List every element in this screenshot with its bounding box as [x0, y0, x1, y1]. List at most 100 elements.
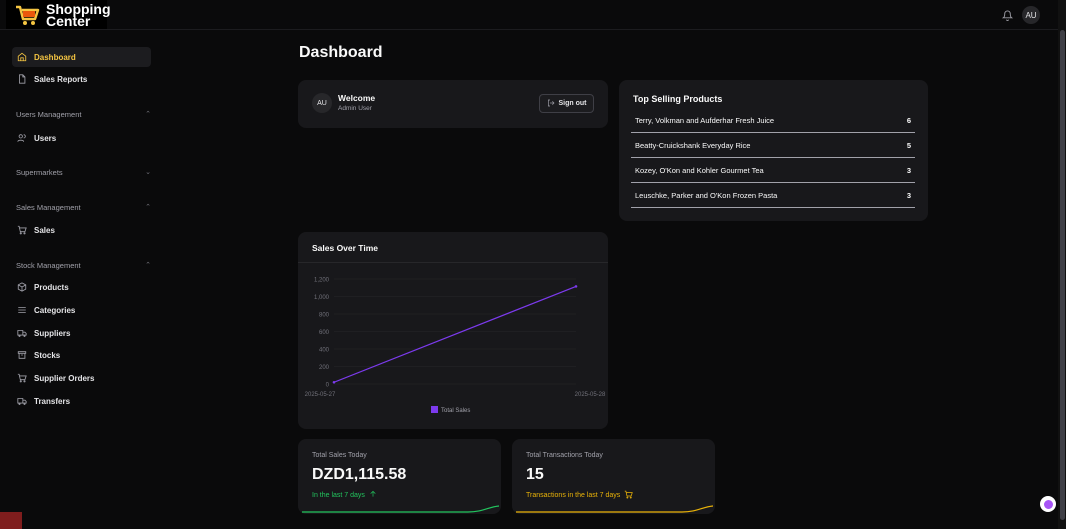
- stat-footnote-text: In the last 7 days: [312, 491, 365, 499]
- list-item: Beatty-Cruickshank Everyday Rice 5: [631, 134, 915, 158]
- total-sales-today-card: Total Sales Today DZD1,115.58 In the las…: [298, 439, 501, 514]
- group-label: Supermarkets: [16, 168, 63, 177]
- product-count: 6: [906, 116, 911, 125]
- list-icon: [16, 304, 28, 316]
- cart-icon: [16, 372, 28, 384]
- sign-out-button[interactable]: Sign out: [539, 94, 594, 113]
- file-icon: [16, 73, 28, 85]
- product-count: 3: [906, 191, 911, 200]
- group-sales-management[interactable]: Sales Management ⌃: [16, 203, 151, 212]
- sidebar-item-label: Dashboard: [34, 52, 76, 62]
- cart-icon: [624, 490, 634, 501]
- sidebar-item-categories[interactable]: Categories: [12, 300, 151, 320]
- y-tick-label: 1,200: [314, 278, 330, 284]
- sidebar-item-stocks[interactable]: Stocks: [12, 345, 151, 365]
- sidebar-item-label: Products: [34, 282, 69, 292]
- sidebar-item-label: Sales Reports: [34, 74, 88, 84]
- corner-indicator: [0, 512, 22, 529]
- archive-icon: [16, 349, 28, 361]
- cart-icon: [16, 224, 28, 236]
- total-transactions-today-card: Total Transactions Today 15 Transactions…: [512, 439, 715, 514]
- stat-footnote: In the last 7 days: [312, 490, 377, 500]
- user-avatar[interactable]: AU: [1022, 6, 1040, 24]
- sparkline: [516, 505, 714, 513]
- sidebar-item-suppliers[interactable]: Suppliers: [12, 323, 151, 343]
- sales-line-chart: 0 200 400 600 800 1,000 1,200 2025-05-27 2025-05…: [305, 278, 606, 415]
- product-name: Terry, Volkman and Aufderhar Fresh Juice: [635, 116, 775, 125]
- y-tick-label: 800: [319, 313, 330, 319]
- y-tick-label: 0: [326, 383, 330, 389]
- card-title: Sales Over Time: [312, 243, 378, 253]
- group-label: Users Management: [16, 110, 82, 119]
- card-title: Top Selling Products: [633, 94, 723, 104]
- stat-footnote: Transactions in the last 7 days: [526, 490, 634, 501]
- data-point: [574, 285, 578, 288]
- top-bar: Shopping Center AU: [0, 0, 1058, 30]
- product-count: 3: [906, 166, 911, 175]
- bell-icon[interactable]: [1000, 8, 1014, 22]
- product-name: Beatty-Cruickshank Everyday Rice: [635, 141, 751, 150]
- group-stock-management[interactable]: Stock Management ⌃: [16, 261, 151, 270]
- sidebar-item-label: Supplier Orders: [34, 373, 95, 383]
- sidebar-item-label: Transfers: [34, 396, 71, 406]
- chat-icon: [1043, 499, 1053, 509]
- sparkline: [302, 505, 500, 513]
- stat-value: DZD1,115.58: [312, 466, 407, 483]
- group-supermarkets[interactable]: Supermarkets ⌄: [16, 168, 151, 177]
- list-item: Terry, Volkman and Aufderhar Fresh Juice…: [631, 109, 915, 133]
- stat-label: Total Sales Today: [312, 452, 367, 459]
- app-logo[interactable]: Shopping Center: [6, 0, 111, 29]
- sidebar-item-users[interactable]: Users: [12, 128, 151, 148]
- list-item: Kozey, O'Kon and Kohler Gourmet Tea 3: [631, 159, 915, 183]
- sidebar-item-transfers[interactable]: Transfers: [12, 391, 151, 411]
- chevron-up-icon: ⌃: [145, 262, 151, 269]
- truck-icon: [16, 395, 28, 407]
- stat-footnote-text: Transactions in the last 7 days: [526, 492, 621, 499]
- sidebar-item-label: Stocks: [34, 350, 61, 360]
- welcome-subtitle: Admin User: [338, 105, 372, 112]
- sidebar-item-label: Users: [34, 133, 57, 143]
- page-title: Dashboard: [299, 44, 383, 61]
- users-icon: [16, 132, 28, 144]
- home-icon: [16, 51, 28, 63]
- product-name: Kozey, O'Kon and Kohler Gourmet Tea: [635, 166, 764, 175]
- chevron-down-icon: ⌄: [145, 169, 151, 176]
- app-name: Shopping Center: [46, 2, 111, 28]
- arrow-up-icon: [369, 490, 377, 500]
- product-name: Leuschke, Parker and O'Kon Frozen Pasta: [635, 191, 778, 200]
- box-icon: [16, 281, 28, 293]
- sidebar-item-label: Suppliers: [34, 328, 71, 338]
- product-count: 5: [906, 141, 911, 150]
- y-tick-label: 200: [319, 365, 330, 371]
- sidebar-item-dashboard[interactable]: Dashboard: [12, 47, 151, 67]
- sidebar-item-sales[interactable]: Sales: [12, 220, 151, 240]
- series-line: [333, 285, 577, 383]
- data-point: [332, 380, 336, 384]
- group-label: Stock Management: [16, 261, 81, 270]
- sidebar-item-products[interactable]: Products: [12, 277, 151, 297]
- x-tick-label: 2025-05-27: [305, 392, 336, 398]
- sidebar-item-sales-reports[interactable]: Sales Reports: [12, 69, 151, 89]
- y-tick-label: 600: [319, 330, 330, 336]
- sign-out-label: Sign out: [558, 100, 587, 107]
- chevron-up-icon: ⌃: [145, 204, 151, 211]
- sidebar-item-label: Sales: [34, 225, 55, 235]
- stat-value: 15: [526, 466, 544, 483]
- welcome-card: AU Welcome Admin User Sign out: [298, 80, 608, 128]
- scrollbar-thumb[interactable]: [1060, 30, 1065, 520]
- sales-over-time-card: Sales Over Time 0 200 400 600 800 1,000 1,200 2…: [298, 232, 608, 429]
- welcome-title: Welcome: [338, 93, 376, 103]
- avatar: AU: [312, 93, 332, 113]
- floating-action-button[interactable]: [1040, 496, 1056, 512]
- list-item: Leuschke, Parker and O'Kon Frozen Pasta …: [631, 184, 915, 208]
- legend-swatch: [431, 406, 438, 413]
- truck-icon: [16, 327, 28, 339]
- y-tick-label: 1,000: [314, 295, 330, 301]
- sidebar-item-supplier-orders[interactable]: Supplier Orders: [12, 368, 151, 388]
- sidebar: Dashboard Sales Reports Users Management…: [0, 30, 160, 529]
- y-tick-label: 400: [319, 348, 330, 354]
- group-label: Sales Management: [16, 203, 81, 212]
- page-scrollbar[interactable]: [1058, 0, 1066, 529]
- group-users-management[interactable]: Users Management ⌃: [16, 110, 151, 119]
- x-tick-label: 2025-05-28: [575, 392, 606, 398]
